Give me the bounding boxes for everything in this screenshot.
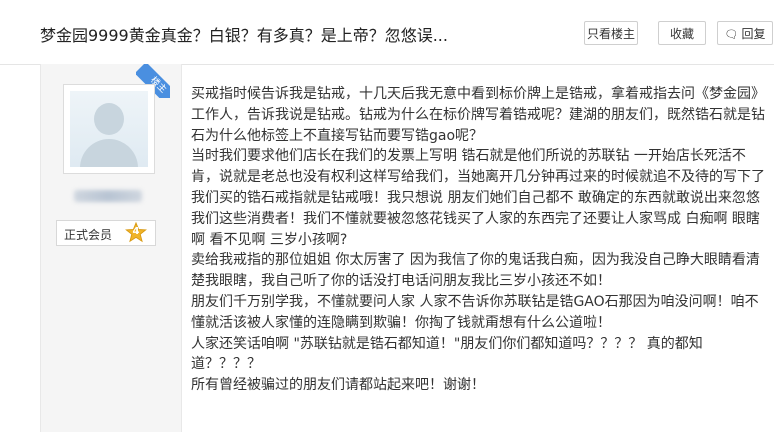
post-paragraph: 买戒指时候告诉我是钻戒，十几天后我无意中看到标价牌上是锆戒，拿着戒指去问《梦金园… <box>191 86 765 144</box>
post-paragraph: 卖给我戒指的那位姐姐 你太厉害了 因为我信了你的鬼话我白痴，因为我没自己睁大眼睛… <box>191 252 760 290</box>
thread-title: 梦金园9999黄金真金？白银？有多真？是上帝？忽悠误... <box>40 26 448 45</box>
post-content: 买戒指时候告诉我是钻戒，十几天后我无意中看到标价牌上是锆戒，拿着戒指去问《梦金园… <box>191 84 769 396</box>
default-avatar-icon <box>70 91 148 167</box>
rank-label: 正式会员 <box>64 228 113 242</box>
favorite-button[interactable]: 收藏 <box>658 21 706 45</box>
rank-level: 4 <box>132 226 140 237</box>
post-paragraph: 人家还笑话咱啊 "苏联钻就是锆石都知道！"朋友们你们都知道吗？？？？ 真的都知道… <box>191 335 703 373</box>
avatar[interactable] <box>63 84 155 174</box>
rank-star-icon: 4 <box>125 221 147 244</box>
rank-box: 正式会员 4 <box>56 220 156 246</box>
reply-button[interactable]: 🗨 回复 <box>717 21 773 45</box>
comment-icon: 🗨 <box>724 28 739 41</box>
username-blurred[interactable] <box>74 190 142 202</box>
only-op-button[interactable]: 只看楼主 <box>584 21 638 45</box>
reply-label: 回复 <box>741 27 766 41</box>
post-paragraph: 所有曾经被骗过的朋友们请都站起来吧！谢谢！ <box>191 377 485 394</box>
post-paragraph: 朋友们千万别学我，不懂就要问人家 人家不告诉你苏联钻是锆GAO石那因为咱没问啊！… <box>191 293 759 331</box>
post-paragraph: 当时我们要求他们店长在我们的发票上写明 锆石就是他们所说的苏联钻 一开始店长死活… <box>191 148 765 248</box>
thread-header: 梦金园9999黄金真金？白银？有多真？是上帝？忽悠误... 只看楼主 收藏 🗨 回… <box>0 0 774 65</box>
